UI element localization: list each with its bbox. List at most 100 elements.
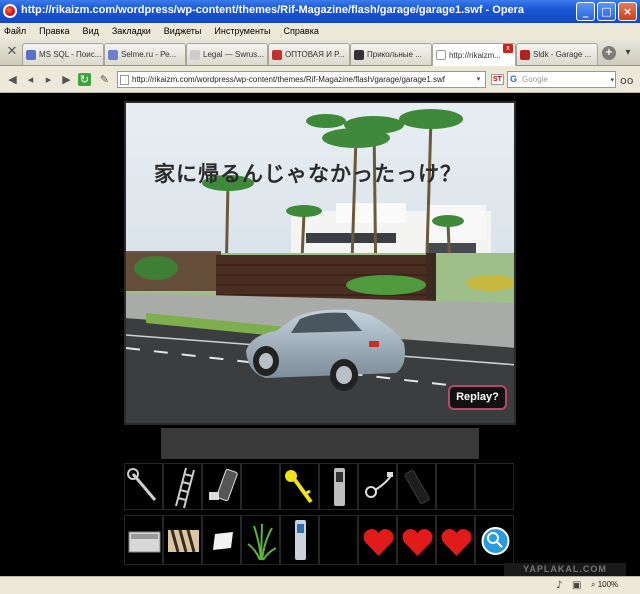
inventory-slot-broken-phone[interactable]: [202, 463, 241, 510]
page-icon: [120, 75, 129, 85]
heart-icon: [402, 529, 433, 556]
handset-icon: [295, 520, 306, 560]
zebra-fabric-icon: [168, 529, 199, 553]
address-field[interactable]: http://rikaizm.com/wordpress/wp-content/…: [117, 71, 486, 88]
search-placeholder: Google: [522, 75, 548, 84]
tab-favicon-icon: [354, 49, 364, 60]
view-mode-icon[interactable]: ▣: [572, 580, 581, 591]
heart-icon: [441, 529, 472, 556]
menu-bookmarks[interactable]: Закладки: [112, 26, 151, 36]
tab-label: Sldk - Garage ...: [533, 50, 592, 59]
tab-prikolnye[interactable]: Прикольные ...: [350, 43, 432, 65]
back-icon[interactable]: ◂: [24, 73, 37, 86]
inventory-slot-heart[interactable]: [436, 515, 475, 565]
address-toolbar: ◀ ◂ ▸ ▶ ↻ ✎ http://rikaizm.com/wordpress…: [0, 66, 640, 93]
menu-bar: Файл Правка Вид Закладки Виджеты Инструм…: [0, 23, 640, 39]
google-icon: G: [510, 74, 518, 84]
heart-icon: [363, 529, 394, 556]
zoom-level[interactable]: ⌕ 100%: [591, 580, 618, 590]
tab-close-icon[interactable]: x: [503, 44, 513, 53]
status-bar: ♪ ▣ ⌕ 100%: [0, 576, 640, 594]
tab-favicon-icon: [108, 49, 118, 60]
message-bar: [161, 428, 479, 459]
mobile-phone-icon: [334, 468, 345, 506]
rewind-icon[interactable]: ◀: [6, 73, 19, 86]
zoom-magnifier-icon: ⌕: [591, 580, 598, 589]
st-badge-icon[interactable]: ST: [491, 74, 504, 85]
inventory-slot-empty[interactable]: [241, 463, 280, 510]
inventory-slot-mobile-phone[interactable]: [319, 463, 358, 510]
replay-button[interactable]: Replay?: [448, 385, 507, 410]
tab-rikaizm-active[interactable]: http://rikaizm... x: [432, 43, 516, 66]
tab-favicon-icon: [190, 49, 200, 60]
inventory-slot-heart[interactable]: [358, 515, 397, 565]
tab-sldk-garage[interactable]: Sldk - Garage ...: [516, 43, 598, 65]
inventory-slot-wrench[interactable]: [124, 463, 163, 510]
inventory-slot-battery-panel[interactable]: [124, 515, 163, 565]
inventory-slot-earphones[interactable]: [358, 463, 397, 510]
ladder-icon: [175, 467, 195, 509]
broken-phone-icon: [209, 468, 238, 502]
menu-help[interactable]: Справка: [284, 26, 319, 36]
edit-pen-icon[interactable]: ✎: [98, 73, 111, 86]
menu-widgets[interactable]: Виджеты: [164, 26, 202, 36]
minimize-button[interactable]: _: [576, 2, 595, 21]
inventory-slot-ladder[interactable]: [163, 463, 202, 510]
menu-edit[interactable]: Правка: [39, 26, 69, 36]
glasses-icon[interactable]: oo: [620, 74, 636, 87]
inventory-slot-empty[interactable]: [319, 515, 358, 565]
inventory-slot-paper-note[interactable]: [202, 515, 241, 565]
address-dropdown-icon[interactable]: ▾: [473, 73, 484, 86]
inventory-slot-empty[interactable]: [436, 463, 475, 510]
tab-label: Selme.ru - Ре...: [121, 50, 177, 59]
tab-ms-sql[interactable]: MS SQL - Поис...: [22, 43, 104, 65]
menu-tools[interactable]: Инструменты: [214, 26, 270, 36]
inventory-slot-dark-device[interactable]: [397, 463, 436, 510]
tab-legal[interactable]: Legal — Swrus...: [186, 43, 268, 65]
tab-label: Прикольные ...: [367, 50, 422, 59]
opera-window: http://rikaizm.com/wordpress/wp-content/…: [0, 0, 640, 594]
tab-optovaya[interactable]: ОПТОВАЯ И Р...: [268, 43, 350, 65]
search-input[interactable]: G Google ▾: [507, 71, 616, 88]
menu-file[interactable]: Файл: [4, 26, 26, 36]
opera-logo-icon: [3, 4, 17, 18]
tab-favicon-icon: [272, 49, 282, 60]
inventory-slot-grass[interactable]: [241, 515, 280, 565]
inventory-row-1: [124, 463, 514, 510]
reload-icon[interactable]: ↻: [78, 73, 91, 86]
menu-view[interactable]: Вид: [83, 26, 99, 36]
inventory-slot-magnifier[interactable]: [475, 515, 514, 565]
tab-selme[interactable]: Selme.ru - Ре...: [104, 43, 186, 65]
magnifier-icon: [481, 527, 510, 555]
inventory-slot-empty[interactable]: [475, 463, 514, 510]
address-text: http://rikaizm.com/wordpress/wp-content/…: [132, 75, 446, 84]
window-controls: _ □ ×: [576, 2, 637, 21]
tab-label: http://rikaizm...: [449, 50, 502, 60]
title-bar: http://rikaizm.com/wordpress/wp-content/…: [0, 0, 640, 23]
forward-icon[interactable]: ▸: [42, 73, 55, 86]
flash-game-stage[interactable]: 家に帰るんじゃなかったっけ？ Replay?: [124, 101, 516, 425]
inventory-slot-key[interactable]: [280, 463, 319, 510]
new-tab-button[interactable]: +: [602, 46, 616, 60]
inventory-slot-zebra-fabric[interactable]: [163, 515, 202, 565]
tools-wrench-icon[interactable]: ✕: [3, 44, 21, 62]
earphones-icon: [365, 472, 393, 498]
tab-label: ОПТОВАЯ И Р...: [285, 50, 345, 59]
game-caption: 家に帰るんじゃなかったっけ？: [154, 162, 462, 186]
sound-icon[interactable]: ♪: [556, 580, 562, 591]
tab-menu-button[interactable]: ▾: [621, 46, 635, 60]
inventory-row-2: [124, 515, 514, 565]
tab-favicon-icon: [436, 50, 446, 60]
fast-forward-icon[interactable]: ▶: [60, 73, 73, 86]
grass-icon: [247, 523, 277, 561]
battery-panel-icon: [128, 531, 161, 553]
close-button[interactable]: ×: [618, 2, 637, 21]
tab-bar: ✕ MS SQL - Поис... Selme.ru - Ре... Lega…: [0, 39, 640, 66]
inventory-slot-handset[interactable]: [280, 515, 319, 565]
tab-favicon-icon: [520, 49, 530, 60]
paper-note-icon: [213, 532, 233, 550]
site-watermark: YAPLAKAL.COM: [504, 563, 626, 576]
inventory-slot-heart[interactable]: [397, 515, 436, 565]
maximize-button[interactable]: □: [597, 2, 616, 21]
search-dropdown-icon[interactable]: ▾: [610, 73, 614, 88]
